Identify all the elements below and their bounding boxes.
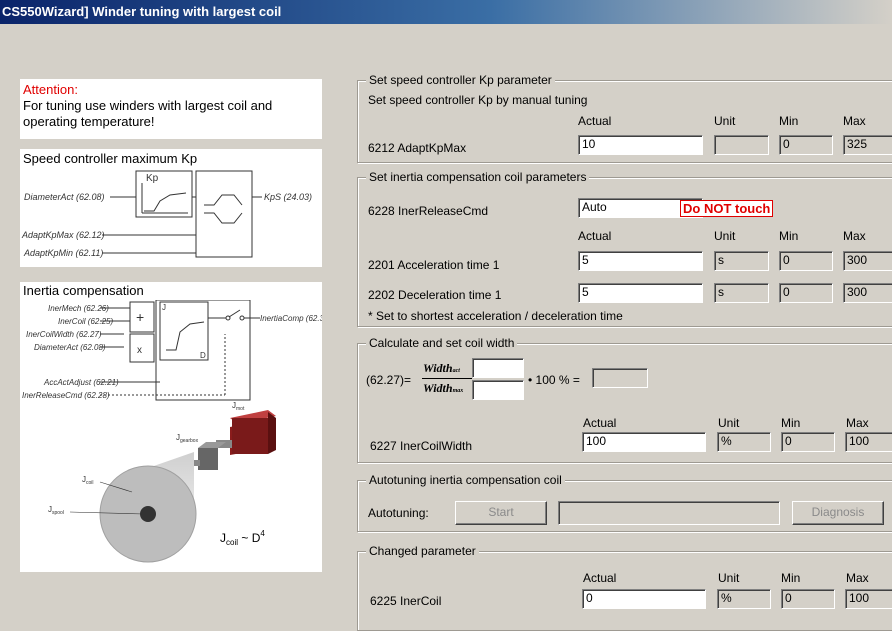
inercoil-actual-input[interactable]: 0 [582, 589, 706, 609]
do-not-touch-warning: Do NOT touch [680, 200, 774, 217]
group-speed-kp-title: Set speed controller Kp parameter [366, 73, 555, 87]
inercoil-max-field: 100 [845, 589, 892, 609]
formula-denominator: Widthmax [423, 381, 464, 395]
j-label: J [162, 303, 166, 312]
inercoil-label: 6225 InerCoil [370, 594, 442, 608]
adaptkpmax-label: AdaptKpMax (62.12) [21, 230, 105, 240]
g1-header-unit: Unit [714, 114, 736, 128]
g5-header-max: Max [846, 571, 869, 585]
attention-text-2: operating temperature! [23, 114, 155, 129]
g2-header-max: Max [843, 229, 866, 243]
g3-header-actual: Actual [583, 416, 617, 430]
adaptkpmax-actual-input[interactable]: 10 [578, 135, 703, 155]
jcoil-label: Jcoil [82, 475, 94, 486]
inercoil-min-field: 0 [781, 589, 835, 609]
deceleration-unit-field: s [714, 283, 769, 303]
inertia-title: Inertia compensation [23, 283, 144, 298]
inercoilwidth-min-field: 0 [781, 432, 835, 452]
g2-header-unit: Unit [714, 229, 736, 243]
deceleration-min-field: 0 [779, 283, 833, 303]
inercoilwidth-unit-field: % [717, 432, 771, 452]
deceleration-label: 2202 Deceleration time 1 [368, 288, 502, 302]
svg-text:x: x [137, 345, 142, 356]
inercoil-unit-field: % [717, 589, 771, 609]
g5-header-unit: Unit [718, 571, 740, 585]
acceleration-label: 2201 Acceleration time 1 [368, 258, 500, 272]
formula-result-field [592, 368, 648, 388]
window-title: CS550Wizard] Winder tuning with largest … [0, 0, 892, 24]
acceleration-min-field: 0 [779, 251, 833, 271]
autotuning-label: Autotuning: [368, 506, 429, 520]
attention-text-1: For tuning use winders with largest coil… [23, 98, 273, 113]
diameteract-label: DiameterAct (62.08) [34, 343, 106, 352]
g2-header-actual: Actual [578, 229, 612, 243]
inercoilwidth-label: InerCoilWidth (62.27) [26, 330, 102, 339]
g1-header-min: Min [779, 114, 799, 128]
kps-label: KpS (24.03) [264, 192, 312, 202]
g5-header-actual: Actual [583, 571, 617, 585]
inercoilwidth-actual-input[interactable]: 100 [582, 432, 706, 452]
adaptkpmax-max-field: 325 [843, 135, 892, 155]
diameter-label: DiameterAct (62.08) [24, 192, 105, 202]
width-max-input[interactable] [472, 380, 524, 400]
acceleration-actual-input[interactable]: 5 [578, 251, 703, 271]
g3-header-unit: Unit [718, 416, 740, 430]
formula-multiplier: • 100 % = [528, 373, 580, 387]
width-act-input[interactable] [472, 358, 524, 378]
kp-label: Kp [146, 173, 159, 184]
acceleration-unit-field: s [714, 251, 769, 271]
adaptkpmax-unit-field [714, 135, 769, 155]
formula-numerator: Widthact [423, 361, 460, 375]
jgearbox-label: Jgearbox [176, 433, 199, 444]
speed-controller-panel: Speed controller maximum Kp Kp DiameterA… [20, 149, 322, 267]
start-button[interactable]: Start [455, 501, 547, 525]
g5-header-min: Min [781, 571, 801, 585]
inertiacomp-label: InertiaComp (62.30) [260, 314, 322, 323]
adaptkpmax-min-field: 0 [779, 135, 833, 155]
inercoilwidth-label: 6227 InerCoilWidth [370, 439, 473, 453]
g2-header-min: Min [779, 229, 799, 243]
inertia-panel: Inertia compensation InerMech (62.26) In… [20, 282, 322, 572]
diagnosis-button[interactable]: Diagnosis [792, 501, 884, 525]
d-label: D [200, 351, 206, 360]
inerrelease-label: InerReleaseCmd (62.28) [22, 391, 110, 400]
group-inertia-title: Set inertia compensation coil parameters [366, 170, 590, 184]
adaptkpmin-label: AdaptKpMin (62.11) [23, 248, 103, 258]
inercoilwidth-max-field: 100 [845, 432, 892, 452]
speed-controller-title: Speed controller maximum Kp [23, 151, 198, 166]
autotuning-status-field [558, 501, 780, 525]
g3-header-max: Max [846, 416, 869, 430]
shortest-time-note: * Set to shortest acceleration / deceler… [368, 309, 623, 323]
formula-fraction-line [422, 378, 472, 379]
jmot-label: Jmot [232, 401, 245, 412]
group-changed-title: Changed parameter [366, 544, 479, 558]
formula-prefix: (62.27)= [366, 373, 412, 387]
acceleration-max-field: 300 [843, 251, 892, 271]
attention-panel: Attention: For tuning use winders with l… [20, 79, 322, 139]
g1-header-max: Max [843, 114, 866, 128]
speed-kp-subtitle: Set speed controller Kp by manual tuning [368, 93, 588, 107]
speed-controller-diagram: Kp DiameterAct (62.08) AdaptKpMax (62.12… [21, 170, 312, 258]
group-coil-width-title: Calculate and set coil width [366, 336, 518, 350]
group-autotuning-title: Autotuning inertia compensation coil [366, 473, 565, 487]
g3-header-min: Min [781, 416, 801, 430]
inerreleasecmd-label: 6228 InerReleaseCmd [368, 204, 489, 218]
coil-formula: Jcoil ~ D4 [220, 529, 265, 547]
deceleration-actual-input[interactable]: 5 [578, 283, 703, 303]
g1-header-actual: Actual [578, 114, 612, 128]
inertia-diagram: InerMech (62.26) InerCoil (62.25) InerCo… [22, 300, 322, 563]
svg-text:+: + [136, 309, 144, 325]
adaptkpmax-label: 6212 AdaptKpMax [368, 141, 467, 155]
jspool-label: Jspool [48, 505, 64, 516]
attention-title: Attention: [23, 82, 78, 97]
deceleration-max-field: 300 [843, 283, 892, 303]
